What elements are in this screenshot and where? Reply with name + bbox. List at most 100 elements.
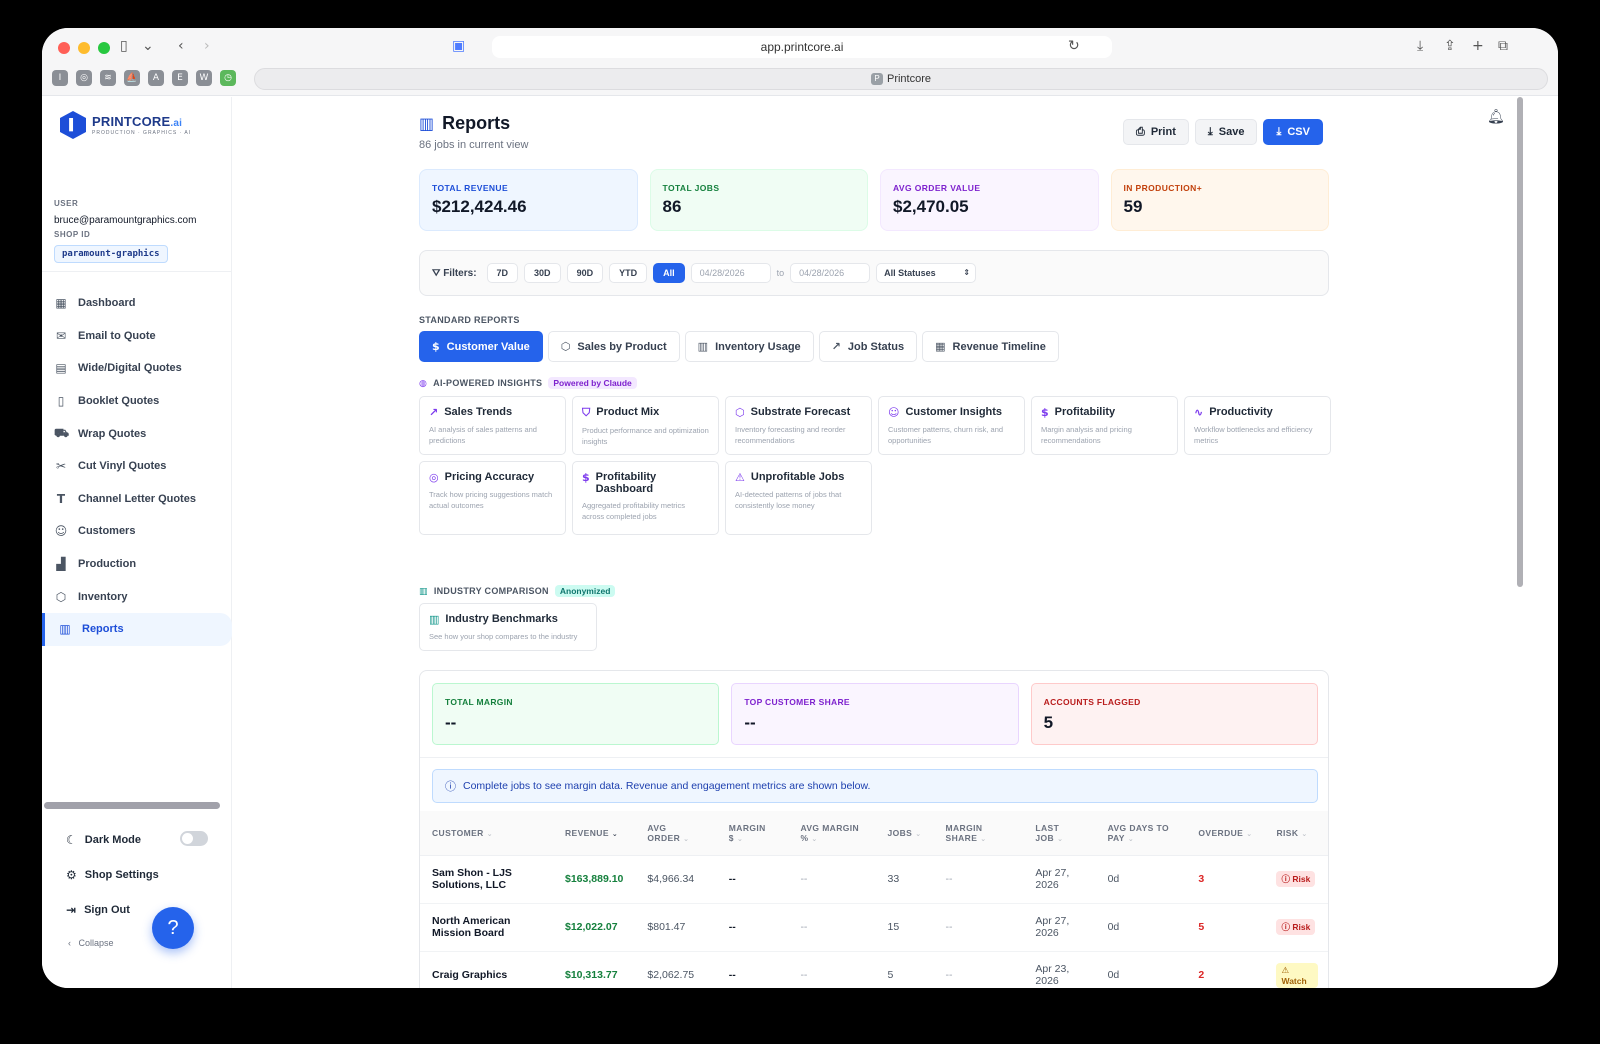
sidebar-toggle-icon[interactable]: ▯ — [120, 38, 128, 54]
table-row[interactable]: Craig Graphics $10,313.77 $2,062.75 -- -- 5 --… — [420, 951, 1328, 988]
insight-card-unprofitable-jobs[interactable]: ⚠ Unprofitable Jobs AI-detected patterns o… — [725, 461, 872, 535]
column-header-customer[interactable]: CUSTOMER ⌄ — [420, 811, 553, 856]
column-header-last-job[interactable]: LAST JOB ⌄ — [1023, 811, 1096, 856]
metric-card-accounts-flagged: ACCOUNTS FLAGGED 5 — [1030, 683, 1318, 745]
column-header-revenue[interactable]: REVENUE ⌄ — [553, 811, 636, 856]
range-chip-90d[interactable]: 90D — [566, 263, 604, 283]
sidebar-item-production[interactable]: ▟ Production — [42, 548, 232, 581]
table-row[interactable]: Sam Shon - LJS Solutions, LLC $163,889.10… — [420, 855, 1328, 904]
industry-benchmarks-card[interactable]: ▥ Industry Benchmarks See how your shop c… — [419, 603, 597, 651]
dark-mode-toggle[interactable] — [180, 831, 208, 846]
stat-value: 59 — [1123, 197, 1143, 216]
sidebar-scrollbar[interactable] — [44, 802, 220, 809]
insight-card-substrate-forecast[interactable]: ⬡ Substrate Forecast Inventory forecasting… — [725, 396, 872, 455]
bookmark-icon[interactable]: W — [196, 70, 212, 86]
chevron-down-icon[interactable]: ⌄ — [142, 38, 154, 54]
logo-mark-icon: ▌ — [60, 111, 86, 139]
page-scrollbar[interactable] — [1517, 97, 1523, 587]
insight-card-description: Product performance and optimization ins… — [582, 426, 709, 446]
logo[interactable]: ▌ PRINTCORE.ai PRODUCTION · GRAPHICS · A… — [60, 111, 191, 139]
risk-badge: ⓘ Risk — [1276, 919, 1316, 935]
insight-card-productivity[interactable]: ∿ Productivity Workflow bottlenecks and ef… — [1184, 396, 1331, 455]
bookmark-icon[interactable]: ◷ — [220, 70, 236, 86]
tab-inventory-usage[interactable]: ▥ Inventory Usage — [684, 331, 814, 362]
sidebar-item-channel-letter-quotes[interactable]: T Channel Letter Quotes — [42, 483, 232, 516]
sort-icon: ⌄ — [736, 835, 744, 843]
insight-card-title: $ Profitability Dashboard — [582, 471, 709, 495]
sidebar-item-cut-vinyl-quotes[interactable]: ✂ Cut Vinyl Quotes — [42, 450, 232, 483]
insight-card-sales-trends[interactable]: ↗ Sales Trends AI analysis of sales patter… — [419, 396, 566, 455]
address-bar[interactable]: app.printcore.ai — [492, 36, 1112, 58]
column-header-margin[interactable]: MARGIN $ ⌄ — [716, 811, 789, 856]
insight-card-description: Workflow bottlenecks and efficiency metr… — [1194, 425, 1313, 445]
sidebar-item-wrap-quotes[interactable]: ⛟ Wrap Quotes — [42, 417, 232, 450]
column-header-avg-margin[interactable]: AVG MARGIN % ⌄ — [788, 811, 876, 856]
sidebar-item-reports[interactable]: ▥ Reports — [42, 612, 232, 646]
range-chip-ytd[interactable]: YTD — [609, 263, 648, 283]
reload-icon[interactable]: ↻ — [1068, 38, 1080, 54]
column-header-risk[interactable]: RISK ⌄ — [1264, 811, 1328, 856]
tab-customer-value[interactable]: $ Customer Value — [419, 331, 543, 362]
cell-avg-order: $4,966.34 — [635, 855, 717, 904]
customers-icon: ☺ — [54, 524, 68, 539]
date-from-input[interactable]: 04/28/2026 — [690, 263, 771, 283]
close-window-button[interactable] — [58, 42, 70, 54]
insight-card-product-mix[interactable]: ⛉ Product Mix Product performance and opti… — [572, 396, 719, 455]
forward-icon[interactable]: › — [204, 38, 210, 54]
range-chip-30d[interactable]: 30D — [524, 263, 561, 283]
sidebar-item-label: Cut Vinyl Quotes — [78, 460, 167, 473]
insight-card-customer-insights[interactable]: ☺ Customer Insights Customer patterns, chu… — [878, 396, 1025, 455]
tab-job-status[interactable]: ↗ Job Status — [818, 331, 918, 362]
sidebar-item-customers[interactable]: ☺ Customers — [42, 515, 232, 548]
extension-icon[interactable]: ▣ — [452, 38, 465, 54]
help-button[interactable]: ? — [152, 907, 194, 949]
range-chip-7d[interactable]: 7D — [486, 263, 519, 283]
stat-value: $212,424.46 — [432, 197, 527, 216]
save-button[interactable]: ⤓ Save — [1194, 119, 1258, 145]
sidebar-item-email-to-quote[interactable]: ✉ Email to Quote — [42, 320, 232, 353]
csv-button[interactable]: ⤓ CSV — [1263, 119, 1323, 145]
column-header-overdue[interactable]: OVERDUE ⌄ — [1186, 811, 1265, 856]
sidebar-nav: ▦ Dashboard ✉ Email to Quote ▤ Wide/Digital Q… — [42, 287, 232, 646]
column-header-jobs[interactable]: JOBS ⌄ — [875, 811, 934, 856]
table-row[interactable]: North American Mission Board $12,022.07 $8… — [420, 903, 1328, 952]
tab-sales-by-product[interactable]: ⬡ Sales by Product — [547, 331, 680, 362]
minimize-window-button[interactable] — [78, 42, 90, 54]
share-icon[interactable]: ⇪ — [1444, 38, 1456, 54]
bookmark-icon[interactable]: E — [172, 70, 188, 86]
channel-letter-quotes-icon: T — [56, 491, 66, 506]
shop-settings-button[interactable]: ⚙ Shop Settings — [66, 868, 159, 882]
range-chip-all[interactable]: All — [653, 263, 685, 283]
new-tab-icon[interactable]: + — [1472, 38, 1484, 54]
column-header-margin-share[interactable]: MARGIN SHARE ⌄ — [933, 811, 1024, 856]
bookmark-icon[interactable]: I — [52, 70, 68, 86]
bookmark-icon[interactable]: ≋ — [100, 70, 116, 86]
column-header-avg-days-to-pay[interactable]: AVG DAYS TO PAY ⌄ — [1095, 811, 1187, 856]
tabs-overview-icon[interactable]: ⧉ — [1498, 38, 1508, 54]
sidebar-item-wide-digital-quotes[interactable]: ▤ Wide/Digital Quotes — [42, 352, 232, 385]
insight-card-profitability-dashboard[interactable]: $ Profitability Dashboard Aggregated profi… — [572, 461, 719, 535]
info-icon: ⓘ — [445, 780, 456, 793]
tab-label: Inventory Usage — [715, 340, 801, 353]
sign-out-button[interactable]: ⇥ Sign Out — [66, 903, 130, 917]
bookmark-icon[interactable]: ◎ — [76, 70, 92, 86]
sidebar-item-booklet-quotes[interactable]: ▯ Booklet Quotes — [42, 385, 232, 418]
tab-revenue-timeline[interactable]: ▦ Revenue Timeline — [922, 331, 1059, 362]
print-button[interactable]: ⎙ Print — [1123, 119, 1189, 145]
sidebar-item-inventory[interactable]: ⬡ Inventory — [42, 580, 232, 613]
status-select[interactable]: All Statuses — [876, 263, 977, 283]
date-to-input[interactable]: 04/28/2026 — [790, 263, 871, 283]
insight-card-profitability[interactable]: $ Profitability Margin analysis and pricin… — [1031, 396, 1178, 455]
column-header-avg-order[interactable]: AVG ORDER ⌄ — [635, 811, 717, 856]
maximize-window-button[interactable] — [98, 42, 110, 54]
sidebar-item-dashboard[interactable]: ▦ Dashboard — [42, 287, 232, 320]
bookmark-icon[interactable]: A — [148, 70, 164, 86]
insight-title-text: Substrate Forecast — [750, 406, 851, 418]
browser-tab[interactable]: P Printcore — [254, 68, 1548, 90]
collapse-button[interactable]: ‹ Collapse — [68, 938, 114, 948]
download-icon[interactable]: ⤓ — [1417, 38, 1423, 54]
notifications-bell-icon[interactable]: 🔔︎ — [1487, 109, 1505, 125]
insight-card-pricing-accuracy[interactable]: ◎ Pricing Accuracy Track how pricing sugge… — [419, 461, 566, 535]
bookmark-icon[interactable]: ⛵ — [124, 70, 140, 86]
back-icon[interactable]: ‹ — [178, 38, 184, 54]
